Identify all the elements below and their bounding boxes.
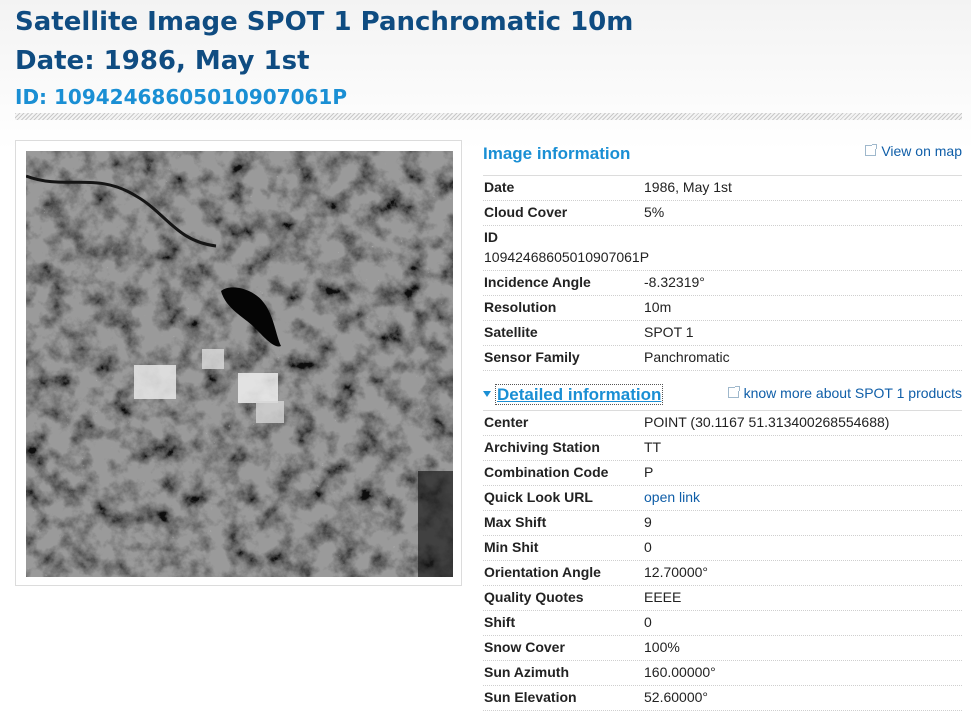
detail-row-combination-code: Combination Code P <box>483 460 962 486</box>
satellite-quicklook-image[interactable] <box>26 151 453 577</box>
info-row-id: ID 10942468605010907061P <box>483 225 962 271</box>
detail-row-max-shift: Max Shift 9 <box>483 510 962 536</box>
view-on-map-link[interactable]: View on map <box>865 143 962 159</box>
detail-row-quick-look-url: Quick Look URL open link <box>483 485 962 511</box>
detail-row-orientation-angle: Orientation Angle 12.70000° <box>483 560 962 586</box>
detail-row-snow-cover: Snow Cover 100% <box>483 635 962 661</box>
detail-row-sun-azimuth: Sun Azimuth 160.00000° <box>483 660 962 686</box>
id-heading: ID: 10942468605010907061P <box>15 85 347 109</box>
external-link-icon <box>727 386 740 398</box>
triangle-down-icon <box>483 391 491 397</box>
detail-row-center: Center POINT (30.1167 51.313400268554688… <box>483 410 962 436</box>
external-link-icon <box>865 144 878 156</box>
detail-row-shift: Shift 0 <box>483 610 962 636</box>
info-row-incidence-angle: Incidence Angle -8.32319° <box>483 270 962 296</box>
detail-row-sun-elevation: Sun Elevation 52.60000° <box>483 685 962 711</box>
info-row-sensor-family: Sensor Family Panchromatic <box>483 345 962 371</box>
detail-row-archiving-station: Archiving Station TT <box>483 435 962 461</box>
page-title: Satellite Image SPOT 1 Panchromatic 10m <box>15 7 634 37</box>
know-more-link[interactable]: know more about SPOT 1 products <box>727 385 962 401</box>
detail-row-quality-quotes: Quality Quotes EEEE <box>483 585 962 611</box>
info-row-resolution: Resolution 10m <box>483 295 962 321</box>
detailed-information-toggle[interactable]: Detailed information <box>483 384 664 405</box>
date-heading: Date: 1986, May 1st <box>15 46 310 76</box>
header-divider <box>15 113 962 120</box>
info-row-cloud-cover: Cloud Cover 5% <box>483 200 962 226</box>
info-row-date: Date 1986, May 1st <box>483 175 962 201</box>
info-row-satellite: Satellite SPOT 1 <box>483 320 962 346</box>
open-link[interactable]: open link <box>644 489 700 505</box>
quicklook-image-frame <box>15 140 462 586</box>
image-information-heading: Image information <box>483 144 631 163</box>
detail-row-min-shit: Min Shit 0 <box>483 535 962 561</box>
